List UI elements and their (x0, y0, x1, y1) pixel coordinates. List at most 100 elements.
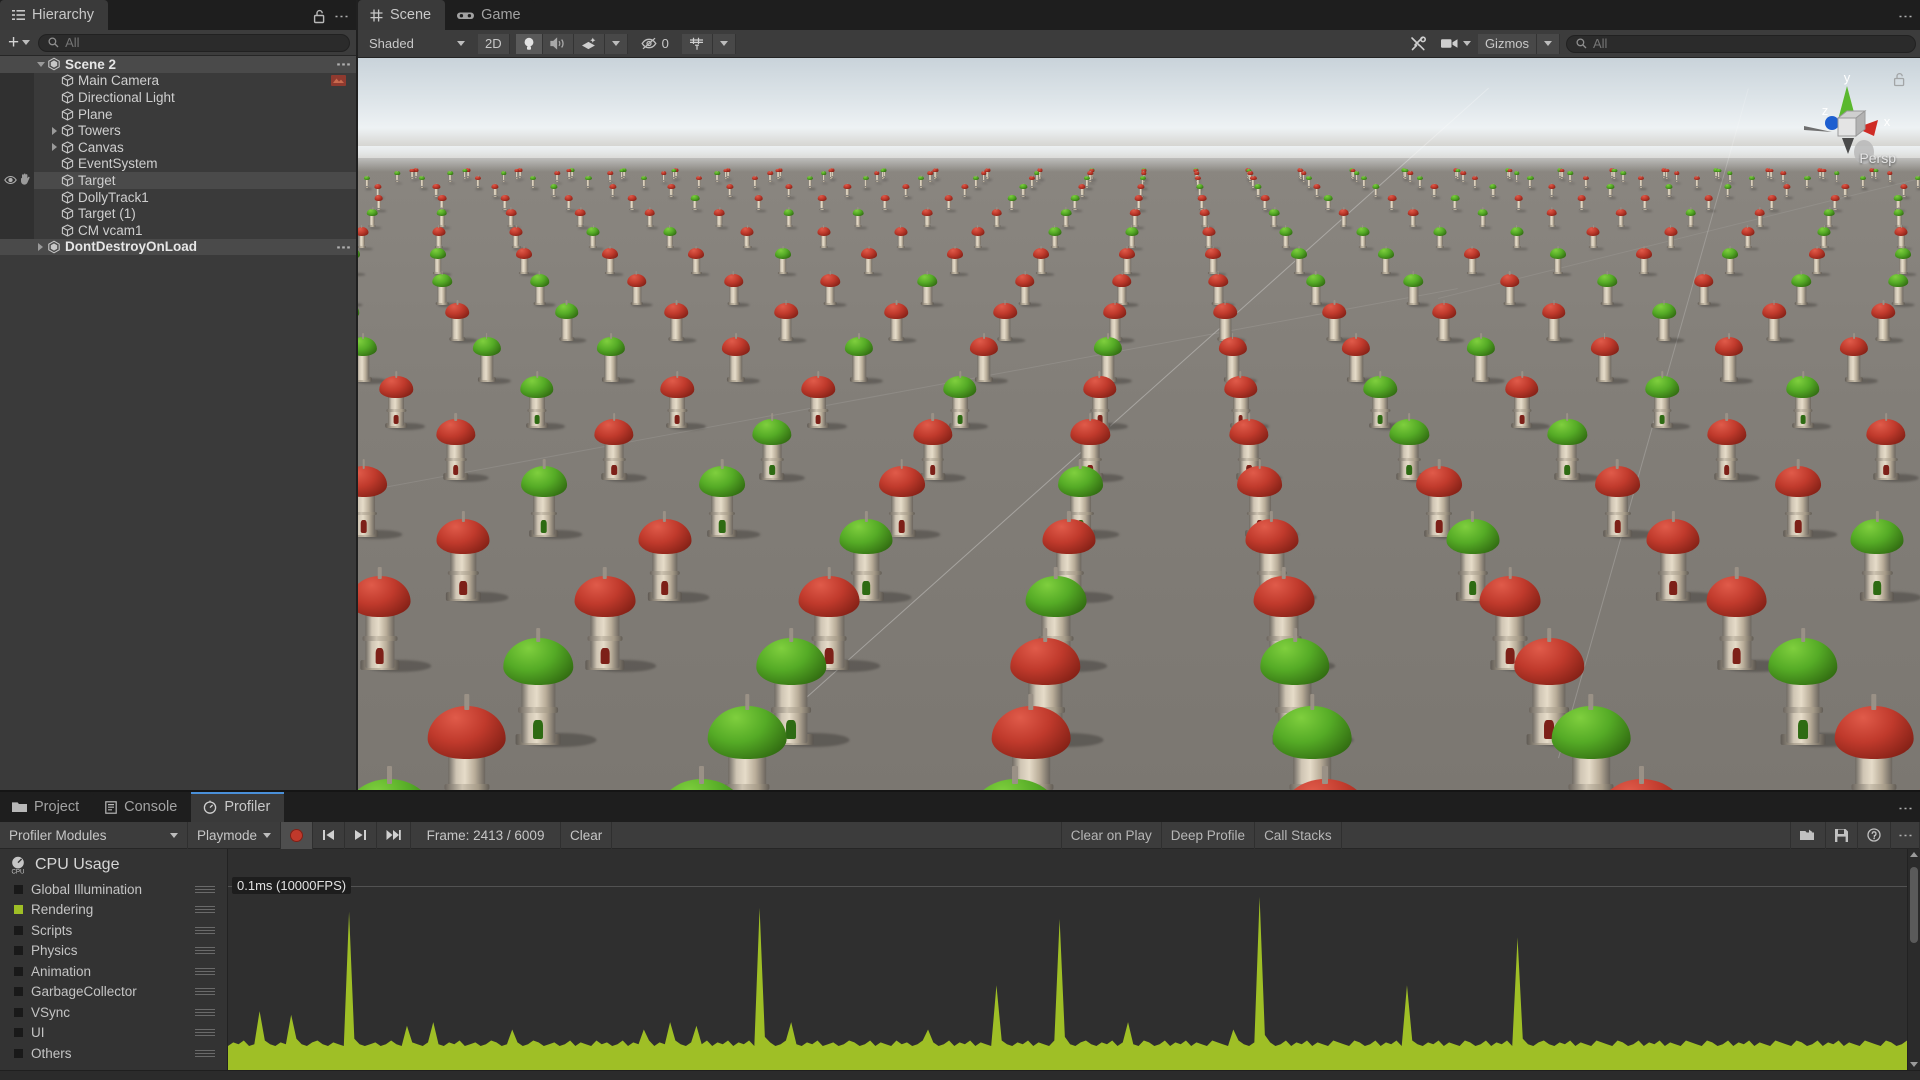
series-drag-handle[interactable] (195, 906, 215, 914)
profiler-modules-dropdown[interactable]: Profiler Modules (0, 821, 188, 849)
series-color-swatch[interactable] (14, 1028, 23, 1038)
last-frame-button[interactable] (377, 821, 412, 849)
chevron-down-icon[interactable] (34, 61, 47, 67)
record-button[interactable] (281, 821, 314, 849)
scene-search-input[interactable]: All (1566, 34, 1916, 53)
hierarchy-item-directional-light[interactable]: Directional Light (0, 89, 356, 106)
scene-orientation-gizmo[interactable]: y z x (1792, 68, 1902, 188)
profiler-series-ui[interactable]: UI (0, 1023, 227, 1044)
profiler-chart-scrollbar[interactable] (1907, 849, 1920, 1070)
kebab-menu-icon[interactable]: ⋮ (1897, 9, 1914, 24)
series-drag-handle[interactable] (195, 1008, 215, 1016)
hierarchy-item-plane[interactable]: Plane (0, 105, 356, 123)
hierarchy-item-dontdestroyonload[interactable]: DontDestroyOnLoad ⋮ (0, 238, 356, 256)
lock-open-icon[interactable] (313, 9, 326, 24)
series-color-swatch[interactable] (14, 1048, 23, 1058)
load-profile-button[interactable] (1791, 821, 1826, 849)
draw-mode-dropdown[interactable]: Shaded (362, 34, 472, 54)
profiler-target-dropdown[interactable]: Playmode (188, 821, 282, 849)
gizmos-button[interactable]: Gizmos (1477, 33, 1537, 54)
gizmos-dropdown[interactable] (1537, 33, 1560, 54)
tab-console[interactable]: Console (93, 792, 192, 822)
tab-game[interactable]: Game (445, 0, 535, 30)
eye-icon[interactable] (4, 173, 17, 188)
chevron-right-icon[interactable] (48, 143, 61, 152)
grid-visibility-button[interactable] (681, 33, 713, 54)
hand-icon[interactable] (19, 173, 31, 188)
series-color-swatch[interactable] (14, 1007, 23, 1017)
toggle-lighting-button[interactable] (515, 33, 543, 54)
hierarchy-item-eventsystem[interactable]: EventSystem (0, 155, 356, 173)
cpu-usage-chart[interactable]: 0.1ms (10000FPS) (228, 849, 1907, 1070)
scrollbar-thumb[interactable] (1910, 867, 1918, 943)
toggle-2d-button[interactable]: 2D (478, 33, 510, 54)
series-drag-handle[interactable] (195, 947, 215, 955)
series-drag-handle[interactable] (195, 988, 215, 996)
series-drag-handle[interactable] (195, 967, 215, 975)
scroll-up-icon[interactable] (1908, 852, 1920, 857)
profiler-series-animation[interactable]: Animation (0, 961, 227, 982)
tab-scene[interactable]: Scene (358, 0, 446, 30)
tower-ring (649, 571, 680, 576)
profiler-series-vsync[interactable]: VSync (0, 1002, 227, 1023)
series-drag-handle[interactable] (195, 1049, 215, 1057)
kebab-menu-icon[interactable]: ⋮ (333, 9, 350, 24)
tower-object (472, 336, 511, 384)
tab-profiler[interactable]: Profiler (191, 792, 285, 822)
scene-camera-button[interactable] (1434, 34, 1478, 54)
series-drag-handle[interactable] (195, 1029, 215, 1037)
deep-profile-toggle[interactable]: Deep Profile (1162, 821, 1256, 849)
projection-mode-label[interactable]: Persp (1859, 150, 1896, 166)
hierarchy-item-target-1[interactable]: Target (1) (0, 205, 356, 222)
kebab-menu-icon[interactable]: ⋮ (335, 240, 352, 255)
hierarchy-search-input[interactable]: All (38, 33, 350, 52)
tower-object (503, 634, 597, 748)
chevron-right-icon[interactable] (48, 126, 61, 135)
hierarchy-item-main-camera[interactable]: Main Camera (0, 72, 356, 90)
toggle-fx-button[interactable] (573, 33, 605, 54)
scene-viewport[interactable]: y z x Persp (358, 58, 1920, 790)
series-color-swatch[interactable] (14, 987, 23, 997)
hierarchy-item-cm-vcam1[interactable]: CM vcam1 (0, 221, 356, 239)
create-button[interactable]: + (6, 33, 32, 52)
chevron-right-icon[interactable] (34, 242, 47, 251)
clear-on-play-toggle[interactable]: Clear on Play (1062, 821, 1162, 849)
profiler-series-rendering[interactable]: Rendering (0, 900, 227, 921)
toggle-audio-button[interactable] (542, 33, 574, 54)
tab-hierarchy[interactable]: Hierarchy (0, 0, 109, 30)
series-color-swatch[interactable] (14, 925, 23, 935)
profiler-series-scripts[interactable]: Scripts (0, 920, 227, 941)
series-color-swatch[interactable] (14, 884, 23, 894)
series-color-swatch[interactable] (14, 946, 23, 956)
scroll-down-icon[interactable] (1908, 1062, 1920, 1067)
fx-dropdown[interactable] (604, 33, 628, 54)
first-frame-button[interactable] (313, 821, 346, 849)
call-stacks-toggle[interactable]: Call Stacks (1255, 821, 1342, 849)
hidden-objects-button[interactable]: 0 (634, 34, 676, 54)
hierarchy-item-canvas[interactable]: Canvas (0, 138, 356, 156)
series-color-swatch[interactable] (14, 905, 23, 915)
series-color-swatch[interactable] (14, 966, 23, 976)
grid-dropdown[interactable] (712, 33, 736, 54)
hierarchy-tree[interactable]: Scene 2 ⋮ Main Camera Directional Light Plan… (0, 56, 356, 790)
profiler-more-button[interactable]: ⋮ (1891, 821, 1920, 849)
profiler-series-physics[interactable]: Physics (0, 941, 227, 962)
hierarchy-item-dollytrack1[interactable]: DollyTrack1 (0, 188, 356, 206)
profiler-series-global-illumination[interactable]: Global Illumination (0, 879, 227, 900)
kebab-menu-icon[interactable]: ⋮ (1897, 801, 1914, 816)
hierarchy-item-towers[interactable]: Towers (0, 122, 356, 139)
step-frame-button[interactable] (345, 821, 378, 849)
profiler-series-others[interactable]: Others (0, 1043, 227, 1064)
help-button[interactable] (1858, 821, 1891, 849)
cpu-usage-module-header[interactable]: CPU CPU Usage (0, 853, 227, 879)
kebab-menu-icon[interactable]: ⋮ (335, 57, 352, 72)
scene-tools-button[interactable] (1403, 34, 1434, 54)
series-drag-handle[interactable] (195, 926, 215, 934)
clear-button[interactable]: Clear (561, 821, 613, 849)
save-profile-button[interactable] (1826, 821, 1858, 849)
tab-project[interactable]: Project (0, 792, 94, 822)
hierarchy-item-target[interactable]: Target (0, 172, 356, 189)
profiler-series-garbagecollector[interactable]: GarbageCollector (0, 982, 227, 1003)
series-drag-handle[interactable] (195, 885, 215, 893)
hierarchy-item-scene-2[interactable]: Scene 2 ⋮ (0, 56, 356, 73)
